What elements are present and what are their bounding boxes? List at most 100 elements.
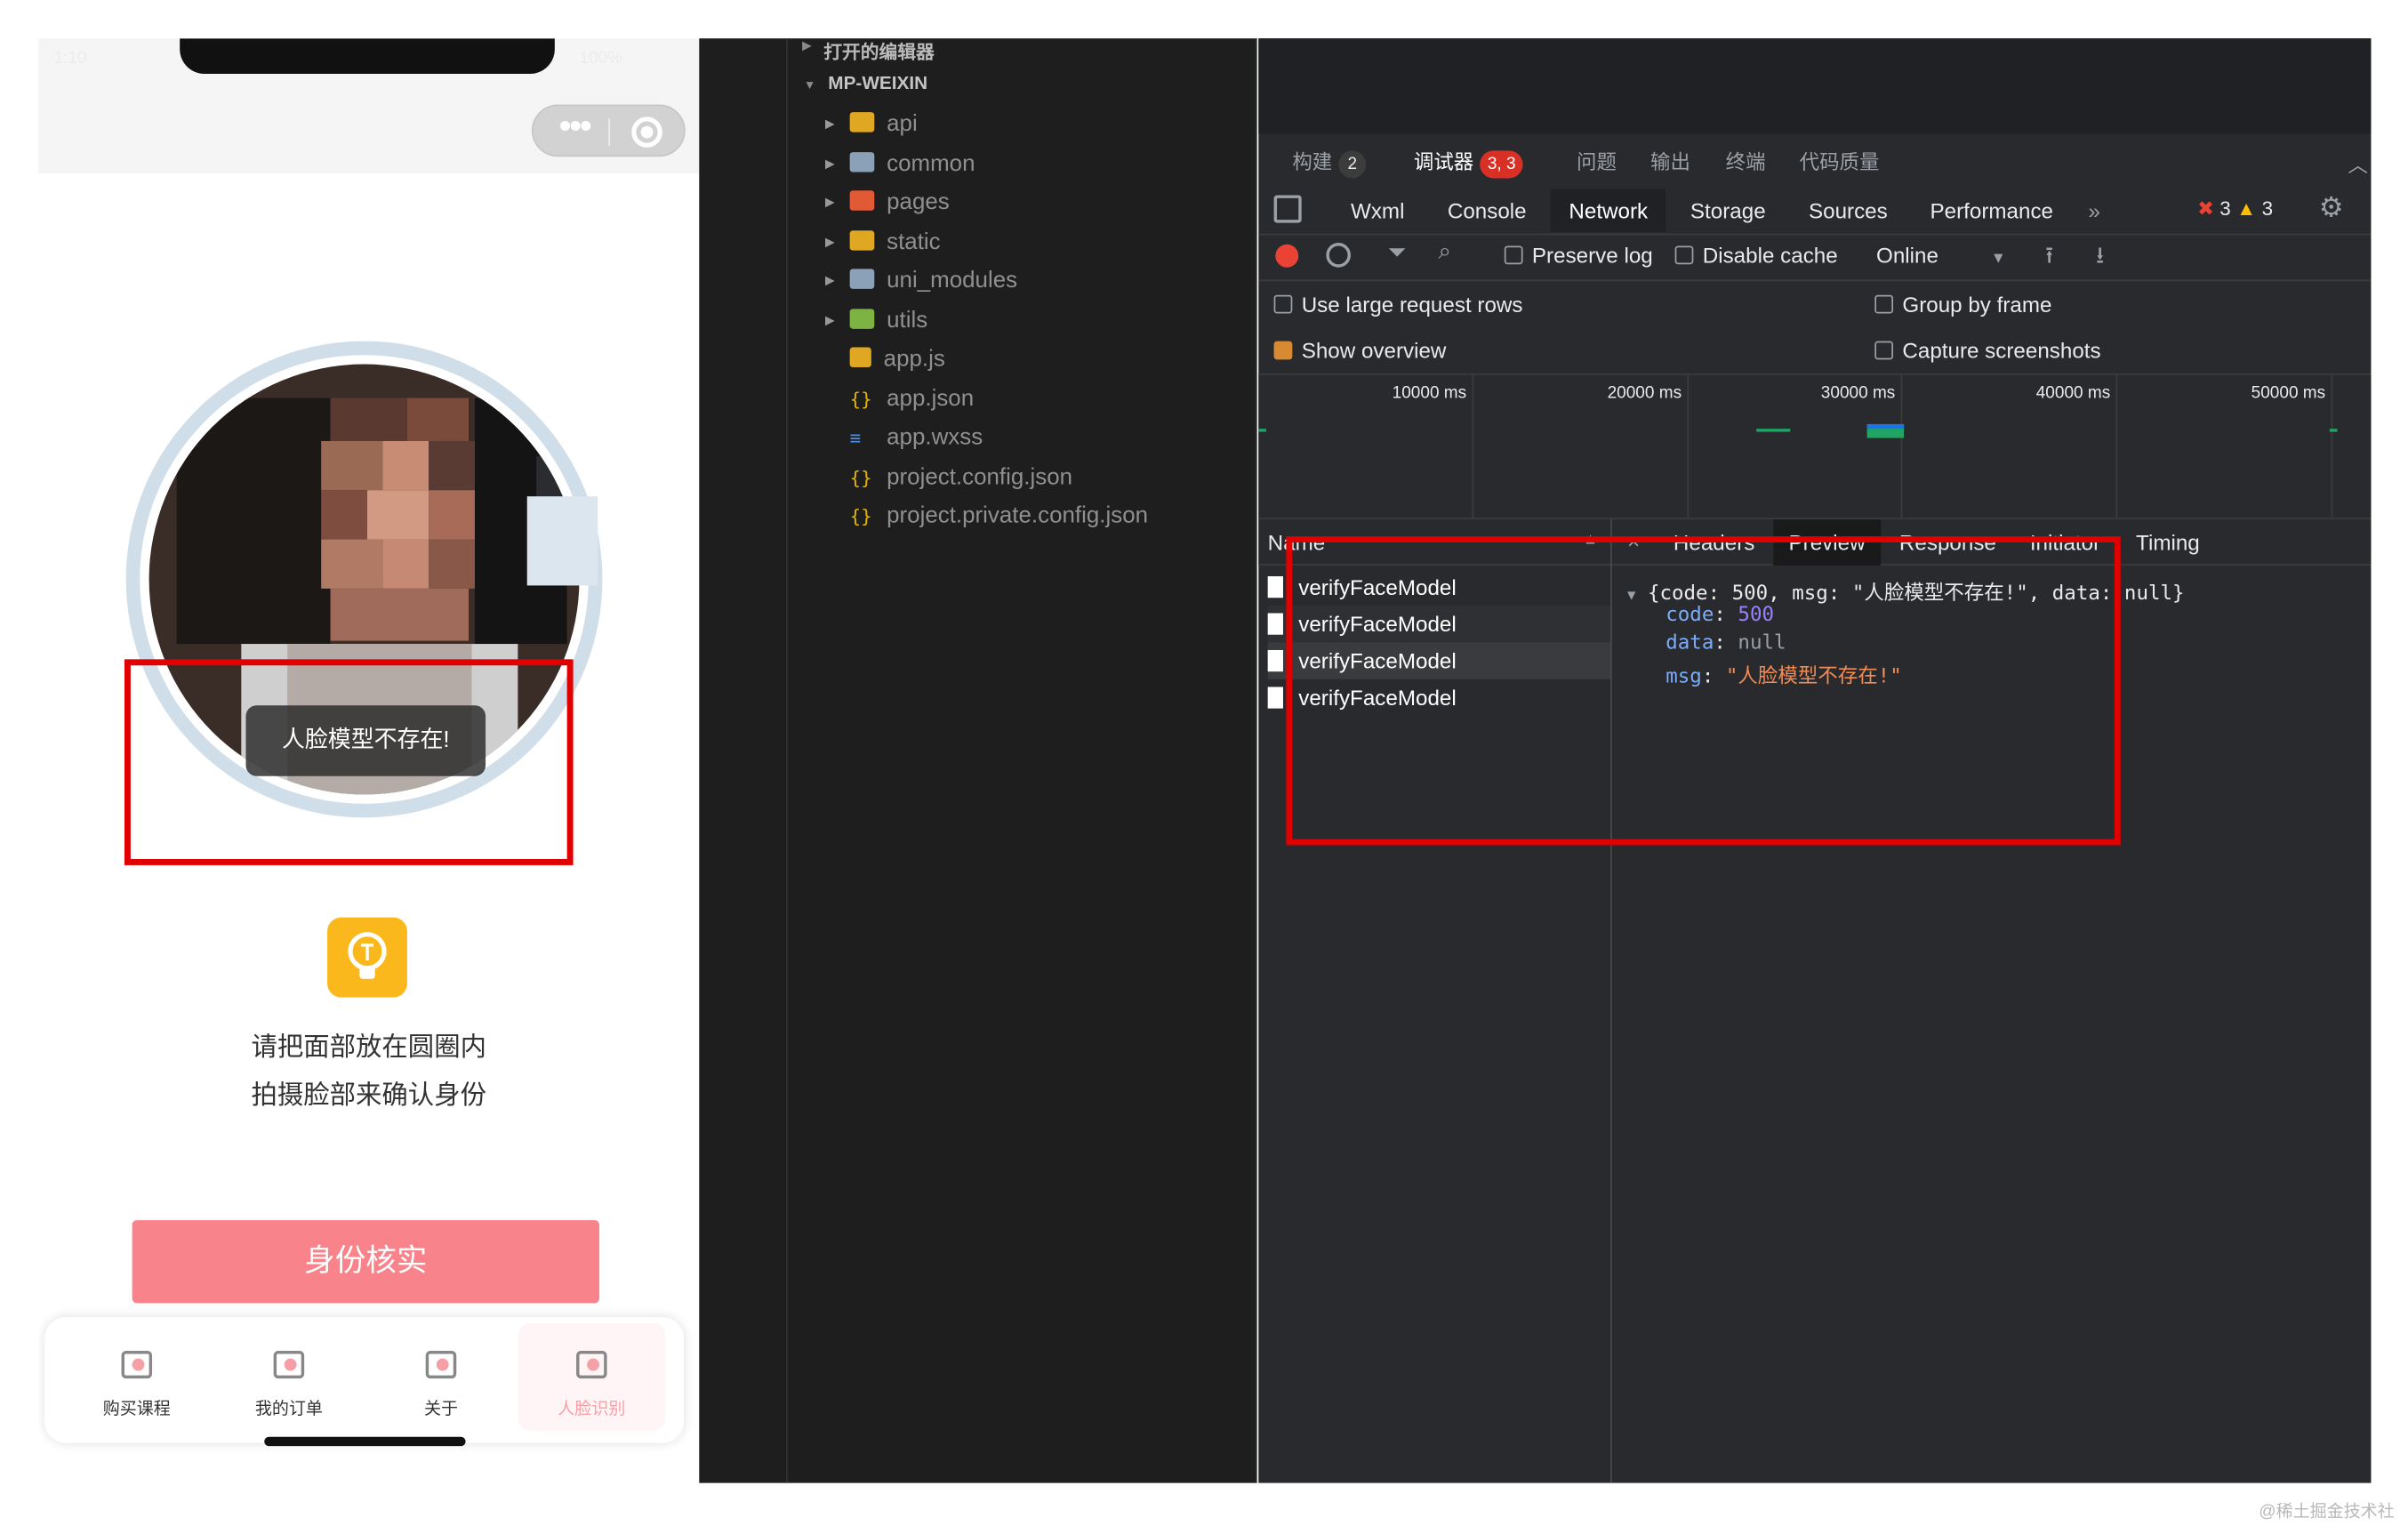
export-har-icon[interactable]: ⭳: [2096, 240, 2104, 278]
tab-debugger[interactable]: 调试器 3, 3: [1414, 146, 1524, 179]
tree-folder-pages[interactable]: ▶ pages: [825, 186, 950, 220]
settings-gear-icon[interactable]: ⚙: [2319, 192, 2344, 224]
search-icon[interactable]: ⌕: [1439, 238, 1452, 264]
timeline-request-bar: [1866, 423, 1905, 438]
tree-folder-uni-modules[interactable]: ▶ uni_modules: [825, 264, 1018, 298]
highlight-box-response: [1286, 536, 2121, 846]
tab-output[interactable]: 输出: [1650, 146, 1690, 175]
panel-tab-network[interactable]: Network: [1550, 189, 1666, 232]
group-by-frame-option[interactable]: Group by frame: [1874, 292, 2051, 317]
tree-label: utils: [887, 307, 928, 333]
capsule-divider: [608, 118, 611, 147]
tree-file-app-json[interactable]: {} app.json: [850, 382, 974, 416]
tab-buy-course[interactable]: 购买课程: [63, 1323, 211, 1431]
tree-file-app-js[interactable]: app.js: [849, 342, 945, 376]
tree-folder-common[interactable]: ▶ common: [825, 148, 975, 181]
checkbox-icon: [1273, 294, 1293, 314]
bottom-tab-bar: 购买课程 我的订单 关于 人脸识别: [44, 1316, 685, 1443]
document-icon: [1267, 576, 1283, 598]
collapse-chevron-icon[interactable]: ︿: [2348, 149, 2368, 179]
network-overview-timeline[interactable]: 10000 ms 20000 ms 30000 ms 40000 ms 5000…: [1258, 373, 2372, 521]
toolbar-divider: [1258, 279, 2372, 282]
tab-face-recognition[interactable]: 人脸识别: [518, 1322, 666, 1431]
panel-tab-storage[interactable]: Storage: [1672, 189, 1784, 232]
tab-my-orders[interactable]: 我的订单: [215, 1323, 363, 1431]
tree-label: api: [887, 110, 918, 137]
document-icon: [1267, 687, 1283, 709]
tree-label: common: [887, 150, 975, 177]
preserve-log-label: Preserve log: [1531, 243, 1653, 268]
folder-icon: [849, 152, 875, 173]
tree-file-project-config[interactable]: {} project.config.json: [850, 461, 1072, 494]
tree-folder-utils[interactable]: ▶ utils: [825, 304, 928, 338]
instruction-line-1: 请把面部放在圆圈内: [251, 1032, 486, 1063]
timeline-tick: 10000 ms: [1392, 384, 1467, 403]
watermark: @稀土掘金技术社区: [2259, 1503, 2395, 1522]
folder-utils-icon: [849, 309, 875, 329]
open-editors-header[interactable]: ▶ 打开的编辑器: [802, 38, 935, 64]
inspect-element-icon[interactable]: [1273, 195, 1302, 223]
verify-identity-button[interactable]: 身份核实: [132, 1220, 599, 1304]
show-overview-option[interactable]: Show overview: [1273, 338, 1446, 363]
timeline-gridline: [2331, 374, 2333, 521]
error-warning-counter[interactable]: ✖ 3 ▲ 3: [2197, 197, 2273, 221]
error-count: 3: [2219, 197, 2231, 221]
timeline-gridline: [2115, 374, 2118, 521]
status-battery: 100%: [579, 49, 623, 68]
tree-folder-static[interactable]: ▶ static: [825, 226, 941, 260]
tab-issues[interactable]: 问题: [1577, 146, 1617, 175]
miniprogram-capsule: •••: [531, 104, 686, 157]
timeline-gridline: [1900, 374, 1903, 521]
workspace-root-label: MP-WEIXIN: [828, 72, 928, 94]
throttle-select[interactable]: Online ▼: [1876, 243, 2006, 268]
record-icon[interactable]: [1275, 244, 1299, 268]
close-target-icon[interactable]: [631, 116, 662, 148]
tree-folder-api[interactable]: ▶ api: [825, 108, 918, 141]
tab-terminal[interactable]: 终端: [1726, 146, 1766, 175]
tab-build[interactable]: 构建 2: [1292, 146, 1367, 179]
panel-tab-performance[interactable]: Performance: [1912, 189, 2072, 232]
checkbox-icon: [1874, 294, 1894, 314]
more-panels-icon[interactable]: »: [2070, 189, 2119, 232]
highlight-box-toast: [124, 659, 574, 865]
preserve-log-toggle[interactable]: Preserve log: [1504, 243, 1653, 268]
tab-code-quality[interactable]: 代码质量: [1800, 146, 1880, 175]
checked-checkbox-icon: [1273, 341, 1293, 360]
warning-count: 3: [2261, 197, 2274, 221]
tree-file-app-wxss[interactable]: ≡ app.wxss: [850, 421, 983, 454]
home-indicator: [264, 1436, 466, 1447]
checkbox-icon: [1504, 245, 1523, 265]
css-file-icon: ≡: [849, 427, 862, 449]
panel-tab-console[interactable]: Console: [1429, 189, 1545, 232]
panel-divider: [1258, 233, 2372, 236]
panel-tab-wxml[interactable]: Wxml: [1332, 189, 1423, 232]
file-explorer: ▶ 打开的编辑器 ▼ MP-WEIXIN ▶ api ▶ common ▶ pages ▶…: [786, 38, 1257, 1483]
timeline-tick: 30000 ms: [1820, 384, 1896, 403]
instruction-line-2: 拍摄脸部来确认身份: [251, 1080, 486, 1110]
capture-screenshots-option[interactable]: Capture screenshots: [1874, 338, 2101, 363]
panel-tab-sources[interactable]: Sources: [1790, 189, 1906, 232]
workspace-root[interactable]: ▼ MP-WEIXIN: [804, 72, 927, 93]
tree-label: project.private.config.json: [887, 502, 1149, 529]
folder-static-icon: [849, 230, 875, 251]
folder-icon: [849, 269, 875, 289]
course-icon: [121, 1350, 153, 1379]
clear-icon[interactable]: [1326, 243, 1351, 268]
tab-label: 人脸识别: [558, 1400, 626, 1419]
timeline-gridline: [1472, 374, 1474, 521]
large-rows-option[interactable]: Use large request rows: [1273, 292, 1522, 317]
face-mosaic-edge: [526, 496, 598, 586]
tree-label: uni_modules: [887, 267, 1018, 294]
timeline-request-bar: [1258, 429, 1266, 432]
disable-cache-toggle[interactable]: Disable cache: [1674, 243, 1838, 268]
filter-icon[interactable]: ⏷: [1387, 240, 1406, 266]
folder-pages-icon: [849, 190, 875, 211]
build-badge: 2: [1338, 150, 1367, 179]
import-har-icon[interactable]: ⭱: [2045, 240, 2053, 278]
timeline-tick: 40000 ms: [2035, 384, 2111, 403]
tree-label: static: [887, 229, 941, 255]
more-icon[interactable]: •••: [549, 108, 601, 148]
tree-file-project-private-config[interactable]: {} project.private.config.json: [850, 500, 1148, 534]
tab-about[interactable]: 关于: [367, 1323, 515, 1431]
detail-tab-timing[interactable]: Timing: [2121, 519, 2215, 566]
